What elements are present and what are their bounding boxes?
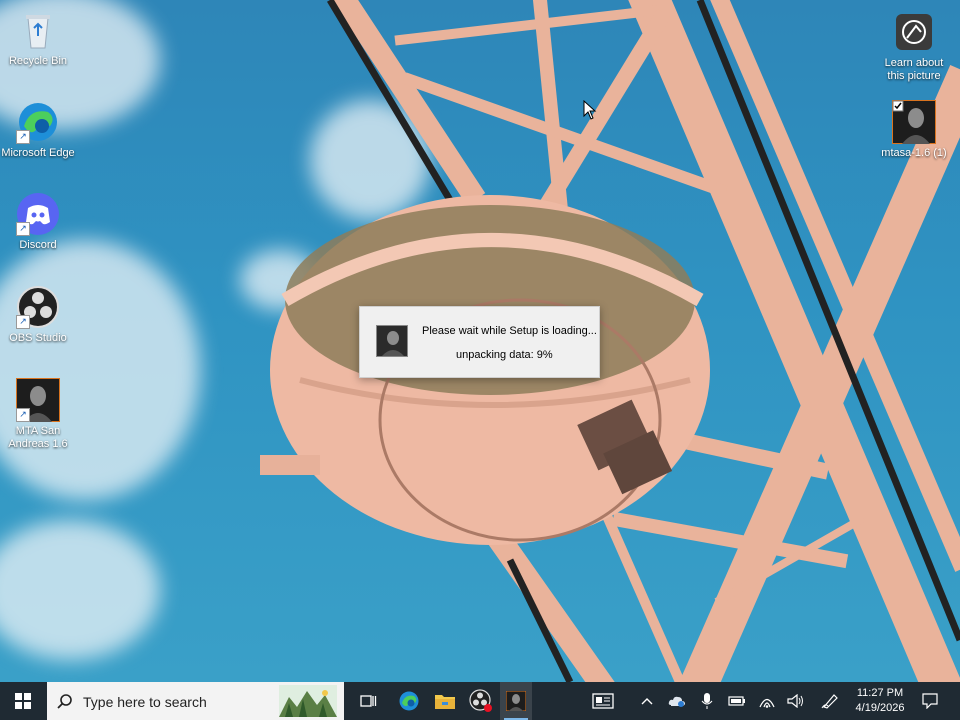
battery-tray-button[interactable]: [726, 682, 748, 720]
folder-icon: [435, 695, 455, 709]
setup-loading-message: Please wait while Setup is loading...: [422, 325, 597, 337]
obs-icon: ↗: [16, 285, 60, 329]
search-placeholder: Type here to search: [83, 694, 207, 710]
mtasa-installer-icon: [891, 99, 937, 145]
desktop-icon-label: mtasa-1.6 (1): [881, 147, 947, 159]
edge-icon: [399, 691, 419, 711]
microphone-tray-button[interactable]: [696, 682, 718, 720]
discord-icon: ↗: [16, 192, 60, 236]
mta-san-andreas-icon: ↗: [15, 377, 61, 423]
desktop-icon-label: MTA San Andreas 1.6: [8, 425, 68, 450]
taskbar-app-edge[interactable]: [392, 682, 426, 720]
desktop-icon-learn-about-picture[interactable]: Learn about this picture: [876, 10, 952, 83]
setup-loading-dialog: Please wait while Setup is loading... un…: [359, 306, 600, 378]
mouse-cursor-icon: [583, 100, 597, 120]
search-highlight-icon: [279, 685, 337, 717]
desktop-icon-microsoft-edge[interactable]: ↗ Microsoft Edge: [0, 100, 76, 160]
desktop-icon-mta-san-andreas[interactable]: ↗ MTA San Andreas 1.6: [0, 377, 76, 451]
windows-logo-icon: [15, 693, 31, 709]
shortcut-arrow-icon: ↗: [16, 315, 30, 329]
desktop-icon-discord[interactable]: ↗ Discord: [0, 192, 76, 252]
notification-center-button[interactable]: [916, 682, 944, 720]
taskbar-app-file-explorer[interactable]: [428, 682, 462, 720]
taskbar-search-box[interactable]: Type here to search: [47, 682, 344, 720]
taskbar: Type here to search 11:27 PM 4/19/2026: [0, 682, 960, 720]
mta-setup-icon: [506, 691, 526, 711]
desktop-icon-label: Learn about this picture: [884, 57, 944, 82]
clock-tray-button[interactable]: 11:27 PM 4/19/2026: [848, 682, 912, 720]
onedrive-tray-button[interactable]: [666, 682, 688, 720]
recycle-bin-icon: [16, 8, 60, 52]
onedrive-icon: [668, 696, 685, 707]
news-icon: [592, 693, 614, 709]
shortcut-arrow-icon: ↗: [16, 408, 30, 422]
mta-setup-icon: [376, 325, 408, 357]
wifi-icon: [759, 698, 775, 708]
wifi-tray-button[interactable]: [756, 682, 778, 720]
task-view-icon: [360, 695, 377, 707]
pen-tray-button[interactable]: [818, 682, 842, 720]
obs-recording-icon: [469, 689, 492, 712]
desktop-icon-label: Microsoft Edge: [1, 147, 75, 159]
show-hidden-icons-button[interactable]: [636, 682, 658, 720]
volume-tray-button[interactable]: [784, 682, 808, 720]
desktop-icon-obs-studio[interactable]: ↗ OBS Studio: [0, 285, 76, 345]
clock-time: 11:27 PM: [856, 687, 904, 699]
desktop-icon-label: OBS Studio: [9, 332, 67, 344]
shortcut-arrow-icon: ↗: [16, 222, 30, 236]
taskbar-app-obs-studio[interactable]: [464, 682, 498, 720]
news-widget-button[interactable]: [588, 682, 618, 720]
shortcut-arrow-icon: ↗: [16, 130, 30, 144]
chevron-up-icon: [641, 698, 653, 705]
taskbar-app-mta-setup[interactable]: [500, 682, 532, 720]
battery-icon: [728, 696, 745, 706]
speaker-icon: [787, 694, 803, 708]
desktop-icon-label: Discord: [19, 239, 57, 251]
microphone-icon: [701, 693, 713, 709]
clock-date: 4/19/2026: [855, 702, 905, 714]
edge-icon: ↗: [16, 100, 60, 144]
setup-progress-status: unpacking data: 9%: [456, 349, 553, 361]
desktop-icon-mtasa-installer[interactable]: mtasa-1.6 (1): [876, 99, 952, 160]
start-button[interactable]: [0, 682, 46, 720]
notification-icon: [922, 693, 938, 709]
desktop-icon-label: Recycle Bin: [8, 55, 68, 67]
desktop-icon-recycle-bin[interactable]: Recycle Bin: [0, 8, 76, 68]
task-view-button[interactable]: [352, 682, 384, 720]
pen-icon: [821, 694, 838, 709]
search-icon: [57, 694, 72, 709]
camera-info-icon: [892, 10, 936, 54]
